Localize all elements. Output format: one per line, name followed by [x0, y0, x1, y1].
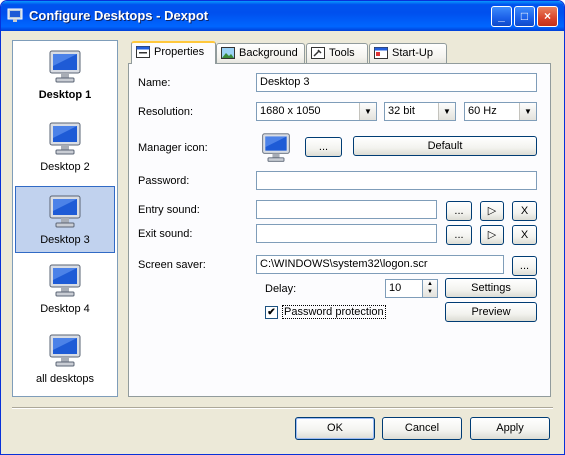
ok-button[interactable]: OK — [295, 417, 375, 440]
window-title: Configure Desktops - Dexpot — [29, 8, 209, 23]
chevron-down-icon[interactable]: ▼ — [359, 103, 376, 120]
desktop-item-2[interactable]: Desktop 2 — [15, 121, 115, 173]
screensaver-field[interactable]: C:\WINDOWS\system32\logon.scr — [256, 255, 504, 274]
clear-exit-sound-button[interactable]: X — [512, 225, 537, 245]
name-label: Name: — [138, 77, 171, 89]
cancel-button[interactable]: Cancel — [382, 417, 462, 440]
delay-label: Delay: — [265, 283, 297, 295]
delay-field[interactable]: 10 — [385, 279, 423, 298]
tab-background[interactable]: Background — [216, 43, 305, 63]
desktop-item-label: all desktops — [35, 373, 95, 385]
screensaver-preview-button[interactable]: Preview — [445, 302, 537, 322]
desktop-item-label: Desktop 3 — [40, 234, 90, 246]
footer-separator — [12, 407, 553, 409]
resolution-select[interactable]: 1680 x 1050 ▼ — [256, 102, 377, 121]
screensaver-settings-button[interactable]: Settings — [445, 278, 537, 298]
desktop-item-label: Desktop 1 — [38, 89, 92, 101]
entry-sound-field[interactable] — [256, 200, 437, 219]
name-field[interactable]: Desktop 3 — [256, 73, 537, 92]
exit-sound-label: Exit sound: — [138, 228, 193, 240]
monitor-icon — [49, 195, 81, 228]
clear-entry-sound-button[interactable]: X — [512, 201, 537, 221]
browse-exit-sound-button[interactable]: ... — [446, 225, 472, 245]
desktop-item-4[interactable]: Desktop 4 — [15, 263, 115, 315]
password-field[interactable] — [256, 171, 537, 190]
monitor-icon — [262, 133, 290, 162]
manager-icon-label: Manager icon: — [138, 142, 208, 154]
chevron-down-icon[interactable]: ▼ — [438, 103, 455, 120]
browse-screensaver-button[interactable]: ... — [512, 256, 537, 276]
properties-icon — [136, 46, 150, 58]
image-icon — [221, 47, 235, 59]
startup-icon — [374, 47, 388, 59]
apply-button[interactable]: Apply — [470, 417, 550, 440]
tab-label: Background — [239, 47, 298, 59]
desktop-item-label: Desktop 2 — [40, 161, 90, 173]
default-icon-button[interactable]: Default — [353, 136, 537, 156]
entry-sound-label: Entry sound: — [138, 204, 200, 216]
resolution-label: Resolution: — [138, 106, 194, 118]
exit-sound-field[interactable] — [256, 224, 437, 243]
close-button[interactable]: × — [537, 6, 558, 27]
password-label: Password: — [138, 175, 190, 187]
color-depth-value: 32 bit — [388, 105, 415, 117]
play-icon[interactable]: ▷ — [480, 225, 504, 245]
desktop-item-1[interactable]: Desktop 1 — [15, 49, 115, 101]
refresh-rate-value: 60 Hz — [468, 105, 497, 117]
monitor-icon — [49, 264, 81, 297]
title-bar[interactable]: Configure Desktops - Dexpot _ □ × — [1, 1, 564, 31]
color-depth-select[interactable]: 32 bit ▼ — [384, 102, 456, 121]
minimize-button[interactable]: _ — [491, 6, 512, 27]
resolution-value: 1680 x 1050 — [260, 105, 321, 117]
browse-icon-button[interactable]: ... — [305, 137, 342, 157]
tab-label[interactable]: Tools — [329, 47, 355, 59]
configure-desktops-window: Configure Desktops - Dexpot _ □ × Deskto… — [0, 0, 565, 455]
monitor-icon — [49, 334, 81, 367]
delay-stepper[interactable]: ▲ ▼ — [422, 279, 438, 298]
tab-label: Start-Up — [392, 47, 433, 59]
tab-label: Properties — [154, 46, 205, 58]
monitor-icon — [49, 122, 81, 155]
password-protection-checkbox[interactable]: ✔ — [265, 306, 278, 319]
desktop-item-label: Desktop 4 — [40, 303, 90, 315]
tab-tools[interactable]: Tools — [306, 43, 368, 63]
browse-entry-sound-button[interactable]: ... — [446, 201, 472, 221]
tab-startup[interactable]: Start-Up — [369, 43, 447, 63]
maximize-button[interactable]: □ — [514, 6, 535, 27]
monitor-icon — [49, 50, 81, 83]
password-protection-label[interactable]: Password protection — [282, 305, 386, 319]
chevron-down-icon[interactable]: ▼ — [519, 103, 536, 120]
desktop-list: Desktop 1 Desktop 2 Desktop 3 Desktop 4 … — [12, 40, 118, 397]
desktop-item-all[interactable]: all desktops — [15, 333, 115, 385]
screensaver-label: Screen saver: — [138, 259, 206, 271]
refresh-rate-select[interactable]: 60 Hz ▼ — [464, 102, 537, 121]
desktop-item-3[interactable]: Desktop 3 — [15, 186, 115, 253]
play-icon[interactable]: ▷ — [480, 201, 504, 221]
tools-icon — [311, 47, 325, 59]
app-icon — [7, 8, 23, 22]
tab-properties[interactable]: Properties — [131, 41, 216, 64]
